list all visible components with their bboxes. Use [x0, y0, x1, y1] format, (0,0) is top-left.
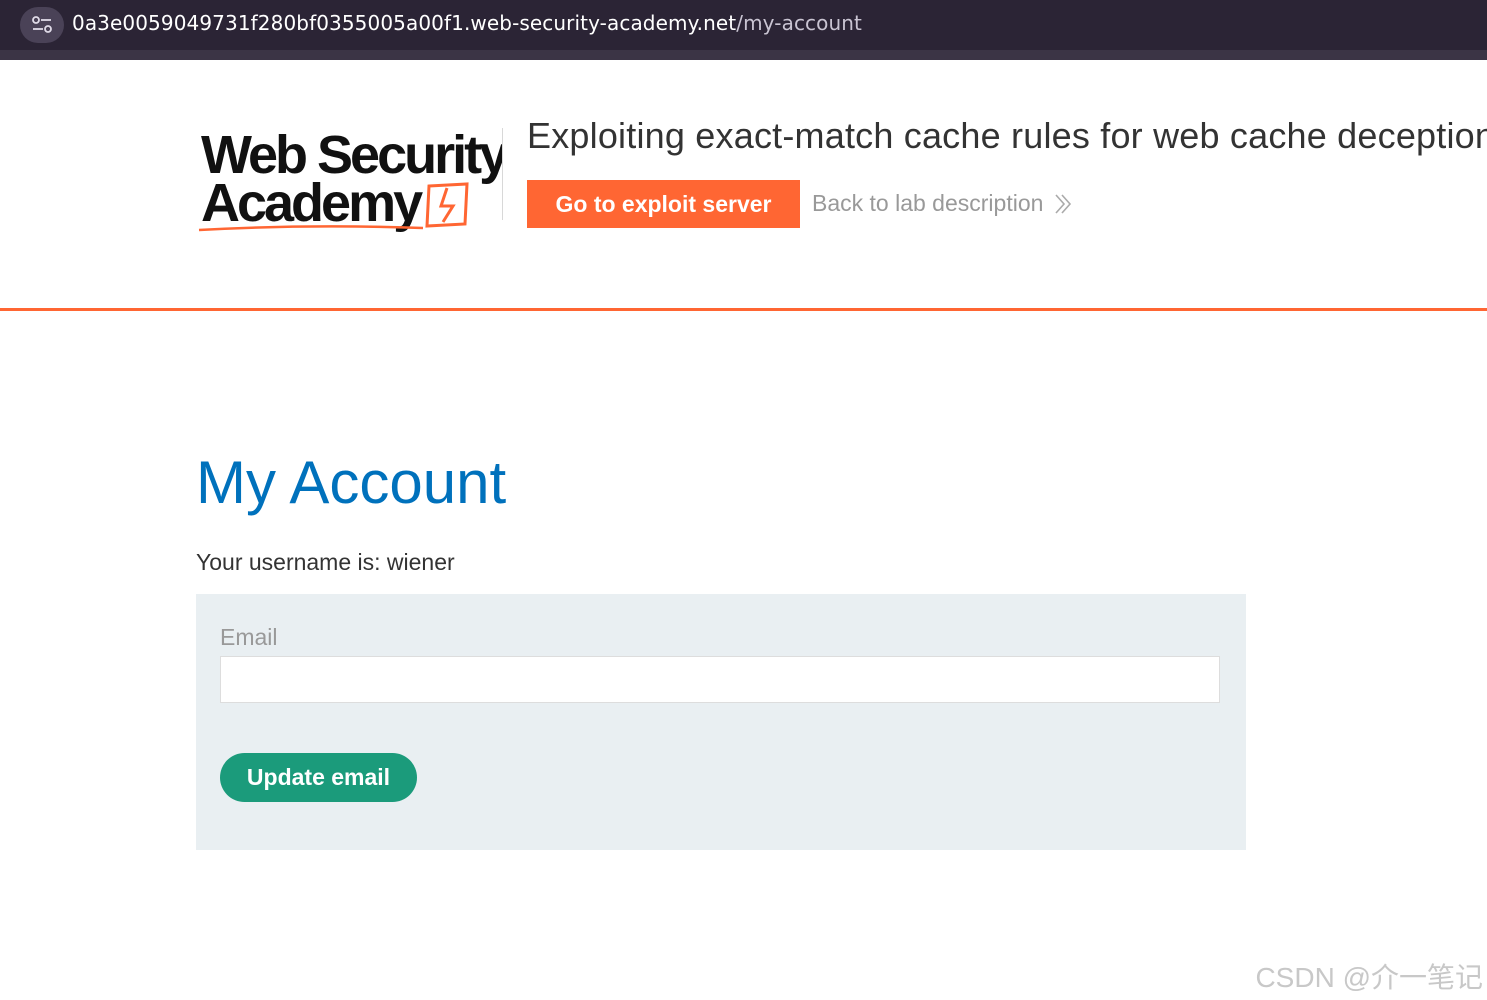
- header-divider: [0, 308, 1487, 311]
- back-to-lab-description-link[interactable]: Back to lab description: [812, 190, 1073, 217]
- go-to-exploit-server-button[interactable]: Go to exploit server: [527, 180, 800, 228]
- email-label: Email: [220, 624, 278, 650]
- double-chevron-right-icon: [1055, 193, 1072, 214]
- web-security-academy-logo[interactable]: Web Security Academy: [197, 118, 512, 236]
- url-field[interactable]: 0a3e0059049731f280bf0355005a00f1.web-sec…: [72, 11, 862, 35]
- update-email-button[interactable]: Update email: [220, 753, 417, 802]
- update-email-form: Email Update email: [196, 594, 1246, 850]
- logo-line2: Academy: [201, 173, 423, 233]
- page-title: My Account: [196, 449, 507, 516]
- email-input[interactable]: [220, 656, 1220, 703]
- back-link-label: Back to lab description: [812, 190, 1044, 216]
- url-host: 0a3e0059049731f280bf0355005a00f1.web-sec…: [72, 11, 737, 35]
- url-path: /my-account: [736, 11, 862, 35]
- watermark: CSDN @介一笔记: [1255, 962, 1483, 993]
- logo-divider: [502, 128, 503, 220]
- site-settings-icon[interactable]: [20, 7, 64, 43]
- username-text: Your username is: wiener: [196, 549, 455, 575]
- browser-bar-edge: [0, 50, 1487, 60]
- browser-address-bar: 0a3e0059049731f280bf0355005a00f1.web-sec…: [0, 0, 1487, 50]
- lab-title: Exploiting exact-match cache rules for w…: [527, 115, 1487, 156]
